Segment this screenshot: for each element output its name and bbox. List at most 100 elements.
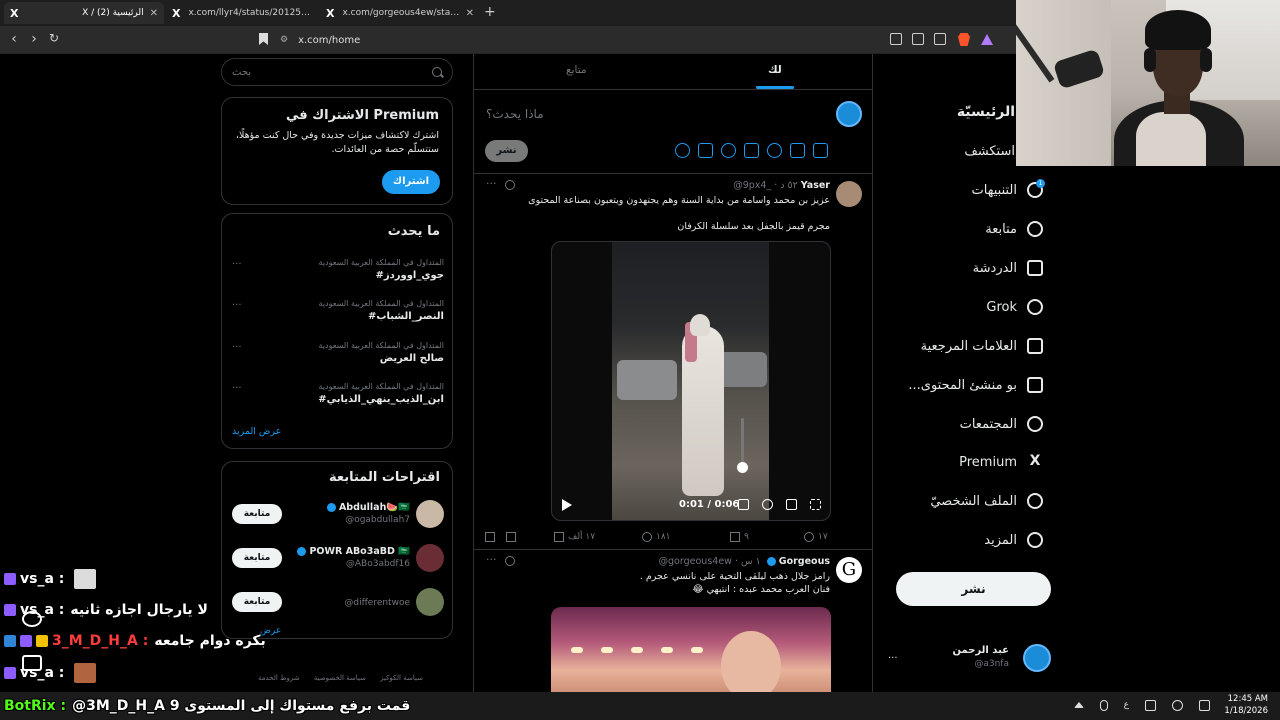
nav-profile[interactable]: الملف الشخصيّ bbox=[930, 490, 1043, 512]
more-icon[interactable]: ... bbox=[232, 297, 242, 308]
tweet[interactable]: @9px4_ · ٥٢ د Yaser ··· عزيز بن محمد واس… bbox=[474, 175, 872, 550]
avatar[interactable] bbox=[416, 500, 444, 528]
schedule-icon[interactable] bbox=[698, 143, 713, 158]
mail-icon bbox=[1027, 260, 1043, 276]
like-stat[interactable]: ١٨١ bbox=[642, 532, 671, 542]
grok-icon[interactable] bbox=[767, 143, 782, 158]
microphone-icon[interactable] bbox=[1099, 700, 1108, 711]
emoji-icon[interactable] bbox=[721, 143, 736, 158]
search-input[interactable]: بحث bbox=[221, 58, 453, 86]
nav-chat[interactable]: الدردشة bbox=[973, 257, 1043, 279]
clock[interactable]: 12:45 AM 1/18/2026 bbox=[1224, 693, 1268, 717]
pip-icon[interactable] bbox=[786, 499, 797, 510]
tweet-author[interactable]: Yaser bbox=[801, 180, 830, 191]
close-icon[interactable]: ✕ bbox=[466, 8, 474, 19]
follow-suggestion[interactable]: Abdullah🍉🇸🇦 @ogabdullah7 متابعة bbox=[232, 500, 444, 536]
trends-show-more-link[interactable]: عرض المزيد bbox=[232, 426, 281, 437]
tweet-image[interactable] bbox=[551, 607, 831, 697]
trend-item[interactable]: المتداول في المملكة العربية السعودية صال… bbox=[232, 339, 444, 375]
grok-icon[interactable] bbox=[505, 180, 515, 190]
volume-knob[interactable] bbox=[737, 462, 748, 473]
views-stat[interactable]: ١٧ ألف bbox=[554, 532, 595, 542]
nav-communities[interactable]: المجتمعات bbox=[960, 413, 1043, 435]
rewards-icon[interactable] bbox=[981, 34, 993, 45]
tweet-author[interactable]: Gorgeous bbox=[779, 556, 830, 567]
grok-icon[interactable] bbox=[22, 611, 42, 627]
grok-icon[interactable] bbox=[505, 556, 515, 566]
nav-home[interactable]: الرئيسيّة bbox=[957, 101, 1015, 123]
avatar[interactable] bbox=[836, 181, 862, 207]
browser-tab-status-1[interactable]: X x.com/llyr4/status/2012594646879... bbox=[166, 2, 318, 24]
account-switcher[interactable]: عبد الرحمن @a3nfa ... bbox=[886, 640, 1051, 676]
nav-follow[interactable]: متابعة bbox=[985, 218, 1043, 240]
volume-icon[interactable] bbox=[1199, 700, 1210, 711]
nav-more[interactable]: المزيد bbox=[984, 529, 1043, 551]
nav-notifications[interactable]: 1 التنبيهات bbox=[972, 179, 1045, 201]
browser-tab-home[interactable]: X X / (2) الرئيسية ✕ bbox=[4, 2, 164, 24]
site-info-icon[interactable]: ⚙ bbox=[280, 35, 288, 45]
nav-creator-studio[interactable]: ...بو منشئ المحتوى bbox=[908, 374, 1043, 396]
share-icon[interactable] bbox=[485, 532, 499, 542]
bookmark-icon[interactable] bbox=[506, 532, 520, 542]
reload-icon[interactable]: ↻ bbox=[46, 31, 62, 45]
volume-icon[interactable] bbox=[738, 499, 749, 510]
suggestion-name-text: POWR ABo3aBD 🇸🇦 bbox=[309, 546, 410, 557]
location-icon[interactable] bbox=[675, 143, 690, 158]
extension-icon[interactable] bbox=[890, 33, 902, 45]
forward-icon[interactable]: › bbox=[26, 31, 42, 47]
avatar[interactable]: G bbox=[836, 557, 862, 583]
more-icon[interactable]: ··· bbox=[486, 177, 497, 190]
new-tab-button[interactable]: + bbox=[484, 4, 496, 20]
back-icon[interactable]: ‹ bbox=[6, 31, 22, 47]
trend-item[interactable]: المتداول في المملكة العربية السعودية #اب… bbox=[232, 380, 444, 416]
trend-item[interactable]: المتداول في المملكة العربية السعودية #ال… bbox=[232, 297, 444, 333]
display-icon[interactable] bbox=[1145, 700, 1156, 711]
subscribe-button[interactable]: اشتراك bbox=[382, 170, 440, 194]
gif-icon[interactable] bbox=[790, 143, 805, 158]
settings-icon[interactable] bbox=[762, 499, 773, 510]
nav-explore[interactable]: استكشف bbox=[964, 140, 1015, 162]
more-icon[interactable]: ... bbox=[888, 650, 898, 661]
nav-premium[interactable]: X Premium bbox=[959, 451, 1043, 473]
trend-name: صالح العريض bbox=[379, 353, 444, 364]
close-icon[interactable]: ✕ bbox=[150, 8, 158, 19]
creator-icon bbox=[1027, 377, 1043, 393]
video-player[interactable]: 0:01 / 0:06 bbox=[551, 241, 831, 521]
composer-input[interactable]: ماذا يحدث؟ bbox=[486, 107, 544, 121]
tab-for-you[interactable]: لك bbox=[768, 64, 782, 76]
post-button[interactable]: نشر bbox=[896, 572, 1051, 606]
language-indicator[interactable]: ع bbox=[1124, 700, 1129, 711]
address-bar[interactable]: ⚙ x.com/home bbox=[280, 31, 880, 49]
brave-shields-icon[interactable] bbox=[958, 33, 970, 46]
trend-item[interactable]: المتداول في المملكة العربية السعودية #جو… bbox=[232, 256, 444, 292]
play-icon[interactable] bbox=[562, 499, 572, 511]
avatar[interactable] bbox=[836, 101, 862, 127]
views-count: ١٧ ألف bbox=[568, 532, 596, 542]
more-icon[interactable]: ... bbox=[232, 339, 242, 350]
trend-name: #النصر_الشباب bbox=[368, 311, 444, 322]
tweet[interactable]: G @gorgeous4ew · ١ س Gorgeous ··· رامز ج… bbox=[474, 551, 872, 697]
more-icon[interactable]: ... bbox=[232, 256, 242, 267]
bookmark-page-icon[interactable] bbox=[259, 33, 268, 45]
composer-post-button[interactable]: نشر bbox=[485, 140, 528, 162]
share-icon[interactable] bbox=[934, 33, 946, 45]
image-icon[interactable] bbox=[813, 143, 828, 158]
nav-grok[interactable]: Grok bbox=[986, 296, 1043, 318]
x-logo-icon: X bbox=[1029, 453, 1041, 469]
follow-button[interactable]: متابعة bbox=[232, 548, 282, 568]
more-icon[interactable]: ··· bbox=[486, 553, 497, 566]
more-icon[interactable]: ... bbox=[232, 380, 242, 391]
follow-button[interactable]: متابعة bbox=[232, 504, 282, 524]
tweet-header: @9px4_ · ٥٢ د Yaser bbox=[730, 180, 830, 191]
browser-tab-status-2[interactable]: X x.com/gorgeous4ew/status/20126... ✕ bbox=[320, 2, 480, 24]
poll-icon[interactable] bbox=[744, 143, 759, 158]
wifi-icon[interactable] bbox=[1172, 700, 1183, 711]
retweet-stat[interactable]: ٩ bbox=[730, 532, 749, 542]
mail-icon[interactable] bbox=[22, 655, 42, 671]
tab-following[interactable]: متابع bbox=[566, 64, 587, 76]
reply-stat[interactable]: ١٧ bbox=[804, 532, 828, 542]
nav-bookmarks[interactable]: العلامات المرجعية bbox=[921, 335, 1043, 357]
cast-icon[interactable] bbox=[912, 33, 924, 45]
chevron-up-icon[interactable] bbox=[1073, 702, 1084, 708]
fullscreen-icon[interactable] bbox=[810, 499, 821, 510]
